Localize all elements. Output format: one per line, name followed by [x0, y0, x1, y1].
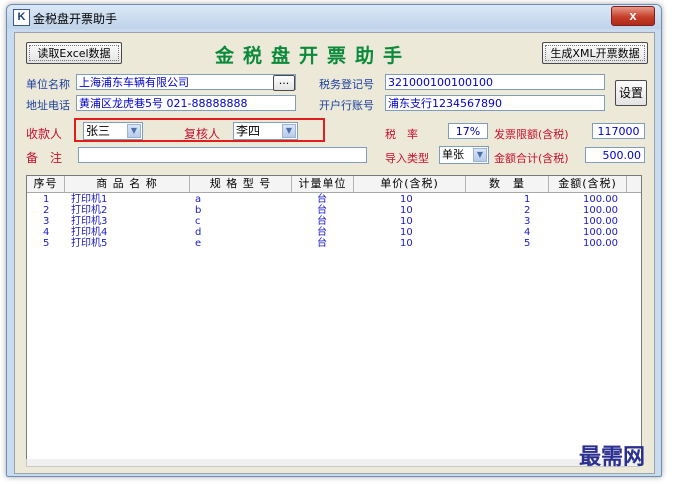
bank-label: 开户行账号	[319, 99, 374, 112]
tax-rate-label: 税 率	[385, 128, 418, 141]
address-field[interactable]: 黄浦区龙虎巷5号 021-88888888	[76, 95, 296, 111]
company-lookup-button[interactable]: ...	[273, 75, 295, 91]
row-unit: 台	[317, 238, 327, 249]
row-price: 10	[400, 216, 413, 227]
row-name: 打印机1	[71, 194, 108, 205]
row-price: 10	[400, 194, 413, 205]
app-icon: K	[13, 9, 30, 26]
remark-label: 备 注	[26, 151, 63, 165]
row-name: 打印机5	[71, 238, 108, 249]
row-index: 3	[43, 216, 50, 227]
row-qty: 4	[524, 227, 531, 238]
row-price: 10	[400, 227, 413, 238]
row-qty: 2	[524, 205, 531, 216]
row-index: 5	[43, 238, 50, 249]
header-name[interactable]: 商 品 名 称	[65, 176, 190, 192]
row-name: 打印机4	[71, 227, 108, 238]
header-qty[interactable]: 数 量	[466, 176, 549, 192]
row-amount: 100.00	[583, 227, 618, 238]
row-unit: 台	[317, 227, 327, 238]
client-area: 读取Excel数据 金税盘开票助手 生成XML开票数据 单位名称 上海浦东车辆有…	[14, 32, 655, 474]
row-amount: 100.00	[583, 194, 618, 205]
row-spec: e	[195, 238, 202, 249]
row-index: 2	[43, 205, 50, 216]
row-price: 10	[400, 205, 413, 216]
row-amount: 100.00	[583, 238, 618, 249]
header-index[interactable]: 序号	[27, 176, 65, 192]
header-amount[interactable]: 金额(含税)	[549, 176, 627, 192]
bank-field[interactable]: 浦东支行1234567890	[385, 95, 605, 111]
row-qty: 3	[524, 216, 531, 227]
horizontal-scrollbar[interactable]	[26, 459, 640, 467]
row-index: 1	[43, 194, 50, 205]
header-price[interactable]: 单价(含税)	[354, 176, 466, 192]
row-spec: d	[195, 227, 202, 238]
row-index: 4	[43, 227, 50, 238]
payee-label: 收款人	[26, 127, 63, 141]
row-qty: 5	[524, 238, 531, 249]
read-excel-button[interactable]: 读取Excel数据	[26, 42, 122, 64]
chevron-down-icon[interactable]: ▼	[473, 148, 487, 162]
tax-reg-field[interactable]: 321000100100100	[385, 74, 605, 90]
items-table: 序号 商 品 名 称 规 格 型 号 计量单位 单价(含税) 数 量 金额(含税…	[26, 175, 642, 460]
read-excel-label: 读取Excel数据	[29, 45, 119, 61]
row-unit: 台	[317, 194, 327, 205]
row-amount: 100.00	[583, 216, 618, 227]
import-type-label: 导入类型	[385, 152, 429, 165]
row-price: 10	[400, 238, 413, 249]
row-spec: b	[195, 205, 202, 216]
limit-label: 发票限额(含税)	[494, 128, 569, 141]
row-qty: 1	[524, 194, 531, 205]
tax-rate-field[interactable]: 17%	[448, 123, 488, 139]
page-heading: 金税盘开票助手	[215, 45, 412, 67]
generate-xml-button[interactable]: 生成XML开票数据	[542, 42, 648, 64]
generate-xml-label: 生成XML开票数据	[545, 45, 645, 61]
watermark-text: 最需网	[579, 444, 646, 470]
row-name: 打印机2	[71, 205, 108, 216]
row-spec: c	[195, 216, 201, 227]
row-unit: 台	[317, 216, 327, 227]
row-name: 打印机3	[71, 216, 108, 227]
row-amount: 100.00	[583, 205, 618, 216]
highlight-box	[74, 118, 325, 142]
header-unit[interactable]: 计量单位	[292, 176, 354, 192]
import-type-value: 单张	[442, 148, 464, 161]
app-window: K 金税盘开票助手 x 读取Excel数据 金税盘开票助手 生成XML开票数据 …	[6, 4, 662, 477]
table-header: 序号 商 品 名 称 规 格 型 号 计量单位 单价(含税) 数 量 金额(含税…	[27, 176, 641, 193]
window-title: 金税盘开票助手	[33, 12, 118, 26]
settings-button[interactable]: 设置	[615, 80, 647, 106]
total-field: 500.00	[585, 147, 645, 163]
address-label: 地址电话	[26, 99, 70, 112]
company-label: 单位名称	[26, 78, 70, 91]
row-spec: a	[195, 194, 202, 205]
total-label: 金额合计(含税)	[494, 152, 569, 165]
company-field[interactable]: 上海浦东车辆有限公司	[76, 74, 296, 90]
title-bar: K 金税盘开票助手 x	[7, 5, 661, 29]
remark-field[interactable]	[78, 147, 367, 163]
close-button[interactable]: x	[611, 6, 655, 26]
tax-reg-label: 税务登记号	[319, 78, 374, 91]
header-spec[interactable]: 规 格 型 号	[190, 176, 292, 192]
row-unit: 台	[317, 205, 327, 216]
import-type-select[interactable]: 单张 ▼	[439, 146, 489, 164]
limit-field[interactable]: 117000	[592, 123, 645, 139]
